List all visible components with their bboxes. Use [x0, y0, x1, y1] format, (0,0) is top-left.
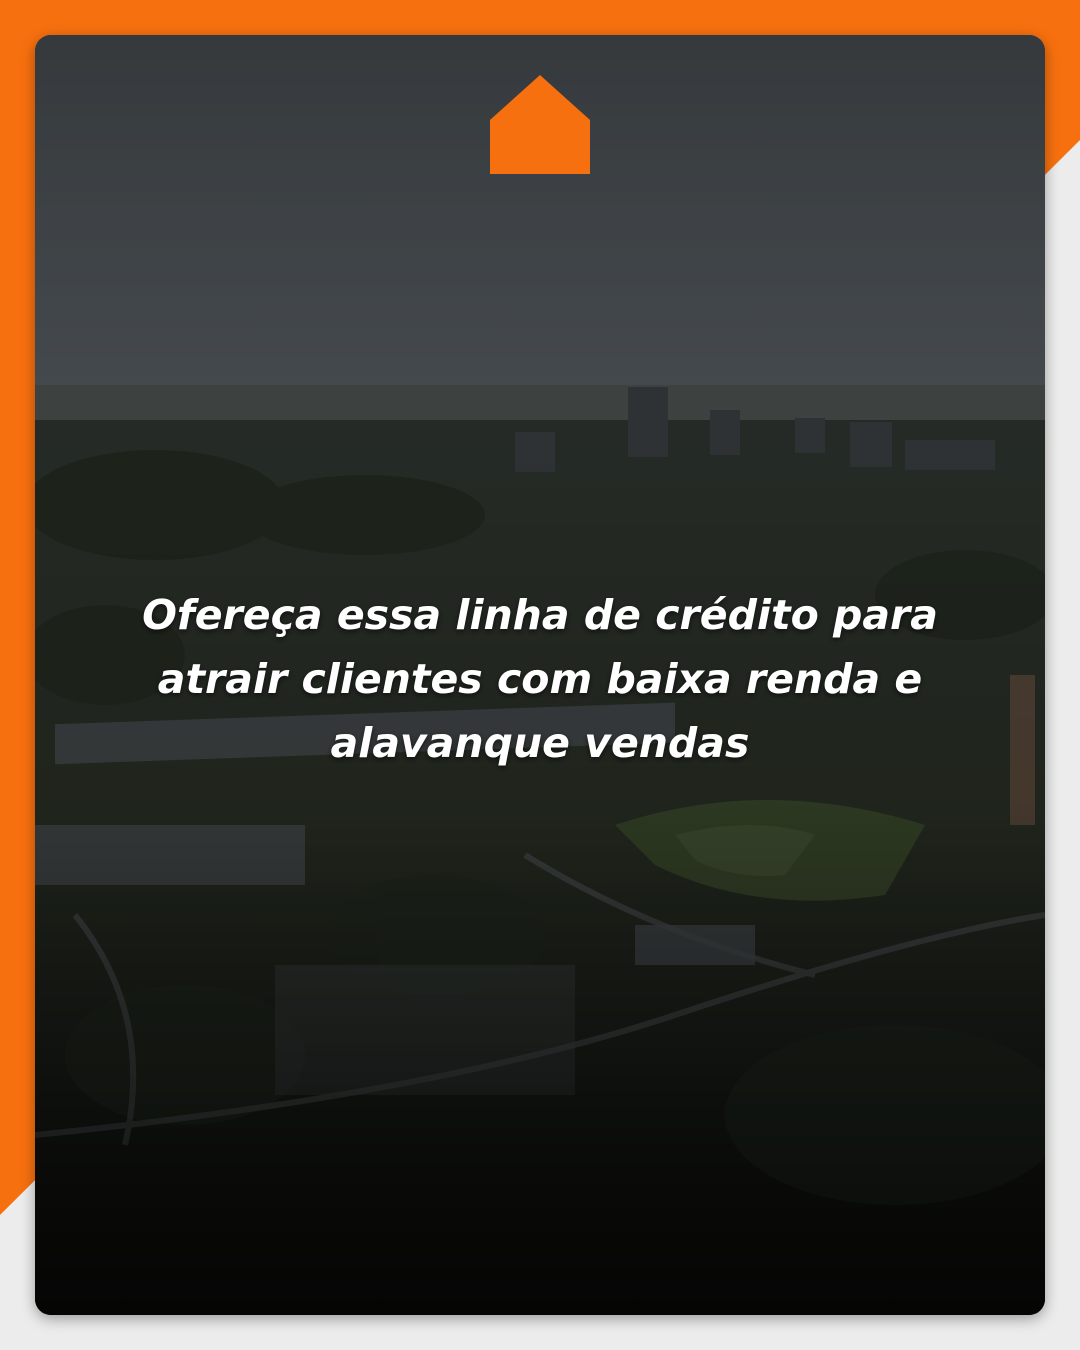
photo-card: Ofereça essa linha de crédito para atrai…	[35, 35, 1045, 1315]
headline-text: Ofereça essa linha de crédito para atrai…	[142, 591, 938, 767]
social-post: Ofereça essa linha de crédito para atrai…	[0, 0, 1080, 1350]
house-icon	[490, 75, 590, 174]
